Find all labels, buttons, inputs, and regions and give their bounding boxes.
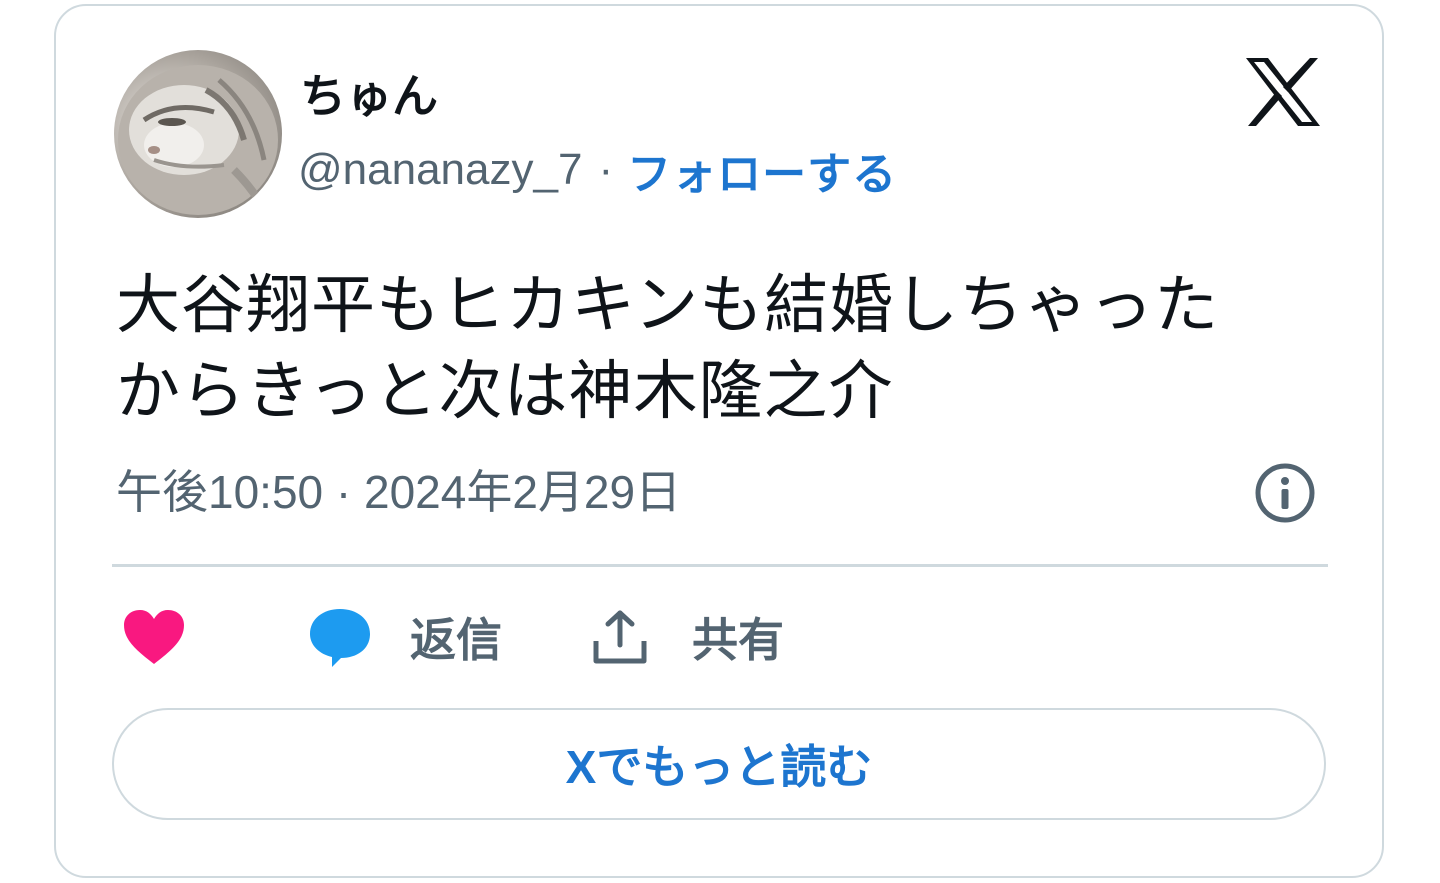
speech-bubble-icon <box>310 609 370 667</box>
tweet-timestamp[interactable]: 午後10:50 · 2024年2月29日 <box>116 462 681 522</box>
divider <box>112 564 1328 567</box>
separator-dot: · <box>598 145 614 194</box>
share-button[interactable]: 共有 <box>592 600 784 674</box>
share-upload-icon <box>593 610 647 664</box>
tweet-text-line-2: からきっと次は神木隆之介 <box>116 355 894 427</box>
like-button[interactable] <box>122 600 186 674</box>
author-handle[interactable]: @nananazy_7 <box>298 145 582 195</box>
follow-button[interactable]: フォローする <box>627 138 897 202</box>
author-display-name[interactable]: ちゅん <box>300 66 438 126</box>
x-logo-icon[interactable] <box>1244 56 1322 128</box>
info-icon[interactable] <box>1254 462 1316 524</box>
tweet-text-line-1: 大谷翔平もヒカキンも結婚しちゃった <box>116 269 1220 341</box>
reply-label: 返信 <box>410 614 502 666</box>
reply-button[interactable]: 返信 <box>308 600 502 674</box>
read-more-on-x-button[interactable]: Xでもっと読む <box>112 708 1326 820</box>
avatar[interactable] <box>114 50 282 218</box>
action-bar: 返信 共有 <box>112 600 1328 674</box>
tweet-text: 大谷翔平もヒカキンも結婚しちゃった からきっと次は神木隆之介 <box>116 262 1336 434</box>
share-label: 共有 <box>692 614 784 666</box>
cat-photo-icon <box>118 65 278 215</box>
author-handle-row: @nananazy_7 · フォローする <box>298 140 897 200</box>
heart-icon <box>124 610 184 664</box>
